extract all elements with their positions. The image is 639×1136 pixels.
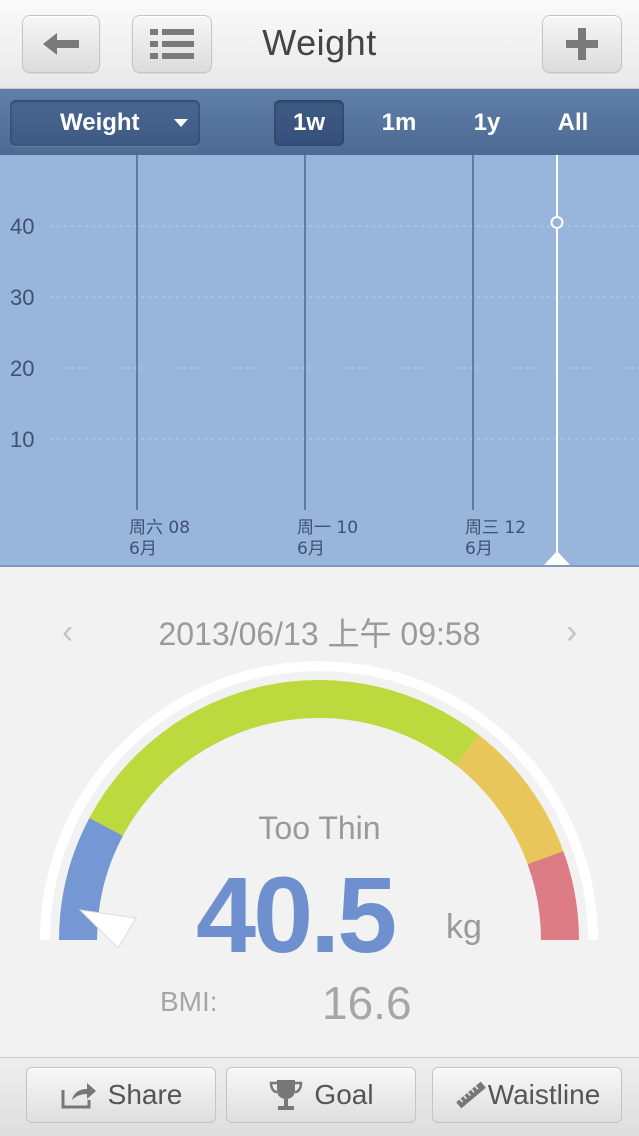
y-tick-label: 20 xyxy=(10,356,34,381)
share-button[interactable]: Share xyxy=(26,1067,216,1123)
dropdown-arrow-icon xyxy=(174,119,188,127)
range-all-button[interactable]: All xyxy=(538,100,608,146)
x-tick-month: 6月 xyxy=(465,539,493,559)
range-1y-button[interactable]: 1y xyxy=(452,100,522,146)
waistline-label: Waistline xyxy=(487,1079,601,1110)
bottom-toolbar: Share Goal Waistline xyxy=(0,1057,639,1136)
gauge-segment-obese xyxy=(527,851,579,940)
trophy-icon xyxy=(268,1078,304,1112)
plus-icon xyxy=(566,28,598,60)
weight-chart[interactable]: 10 20 30 40 周六 08 6月 周一 10 6月 周三 12 6月 xyxy=(0,155,639,567)
chart-svg: 10203040周六 086月周一 106月周三 126月 xyxy=(10,155,639,565)
x-tick-month: 6月 xyxy=(297,539,325,559)
tape-measure-icon xyxy=(454,1080,488,1110)
data-point xyxy=(550,215,564,229)
header-bar: Weight xyxy=(0,0,639,89)
range-1m-button[interactable]: 1m xyxy=(364,100,434,146)
range-1w-button[interactable]: 1w xyxy=(274,100,344,146)
x-tick-day: 周一 10 xyxy=(297,518,358,538)
waistline-button[interactable]: Waistline xyxy=(432,1067,622,1123)
add-button[interactable] xyxy=(542,15,622,73)
goal-button[interactable]: Goal xyxy=(226,1067,416,1123)
selection-marker xyxy=(544,551,570,565)
x-tick-day: 周六 08 xyxy=(129,518,190,538)
metric-dropdown-label: Weight xyxy=(60,109,140,136)
bmi-label: BMI: xyxy=(160,986,218,1017)
y-tick-label: 30 xyxy=(10,285,34,310)
share-icon xyxy=(60,1080,98,1110)
goal-label: Goal xyxy=(314,1079,374,1110)
next-entry-arrow[interactable]: › xyxy=(566,613,577,652)
chart-toolbar: Weight 1w 1m 1y All xyxy=(0,89,639,156)
weight-value: 40.5 xyxy=(196,854,397,975)
y-tick-label: 10 xyxy=(10,427,34,452)
x-tick-month: 6月 xyxy=(129,539,157,559)
entry-datetime: 2013/06/13 上午 09:58 xyxy=(158,616,481,652)
bmi-value: 16.6 xyxy=(322,977,412,1029)
share-label: Share xyxy=(107,1079,183,1110)
weight-status: Too Thin xyxy=(258,810,381,846)
weight-unit: kg xyxy=(446,908,482,946)
x-tick-day: 周三 12 xyxy=(465,518,526,538)
y-tick-label: 40 xyxy=(10,214,34,239)
date-navigation: ‹ 2013/06/13 上午 09:58 › xyxy=(0,605,639,652)
metric-dropdown[interactable]: Weight xyxy=(10,100,200,146)
